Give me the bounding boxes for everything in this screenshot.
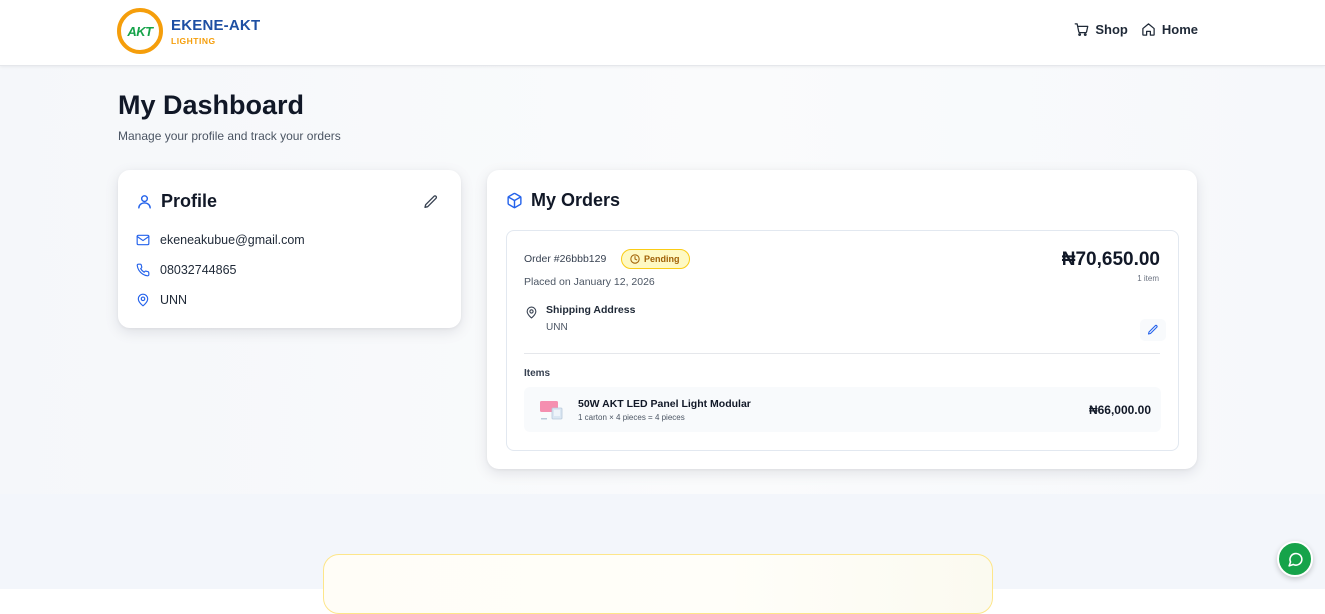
profile-card: Profile ekeneakubue@gmail.com 0803274486… (118, 170, 461, 328)
orders-card: My Orders Order #26bbb129 Pending Placed… (487, 170, 1197, 469)
home-icon (1142, 23, 1155, 36)
lower-section (0, 494, 1325, 614)
item-detail: 1 carton × 4 pieces = 4 pieces (578, 413, 685, 422)
brand-logo[interactable]: AKT EKENE-AKT LIGHTING (117, 8, 260, 54)
site-header: AKT EKENE-AKT LIGHTING Shop Home (0, 0, 1325, 66)
order-total: ₦70,650.00 (1061, 249, 1160, 270)
nav-shop-label: Shop (1095, 22, 1128, 37)
main-nav: Shop Home (1074, 22, 1198, 37)
mail-icon (136, 234, 150, 246)
status-label: Pending (644, 254, 680, 264)
order-item-row[interactable]: 50W AKT LED Panel Light Modular 1 carton… (524, 387, 1161, 432)
item-name: 50W AKT LED Panel Light Modular (578, 398, 751, 410)
orders-heading: My Orders (506, 190, 620, 211)
shipping-address-label: Shipping Address (546, 304, 636, 316)
edit-profile-pencil-icon[interactable] (423, 194, 439, 210)
nav-home-label: Home (1161, 22, 1198, 37)
pencil-icon (1147, 324, 1158, 335)
order-id: Order #26bbb129 (524, 253, 607, 265)
user-icon (138, 195, 151, 209)
status-badge: Pending (621, 249, 690, 269)
phone-icon (136, 263, 150, 277)
brand-tagline: LIGHTING (171, 35, 216, 46)
profile-title: Profile (161, 191, 218, 211)
package-icon (507, 192, 522, 209)
dashboard-main: My Dashboard Manage your profile and tra… (0, 66, 1325, 494)
edit-shipping-button[interactable] (1140, 319, 1166, 341)
profile-phone-row: 08032744865 (136, 263, 236, 277)
chat-icon (1287, 552, 1303, 567)
order-item-count: 1 item (1137, 274, 1159, 283)
items-label: Items (524, 368, 551, 379)
orders-title: My Orders (531, 190, 621, 210)
profile-email: ekeneakubue@gmail.com (160, 233, 305, 247)
map-pin-icon (526, 306, 537, 319)
clock-icon (630, 254, 640, 264)
nav-home-link[interactable]: Home (1141, 22, 1198, 37)
profile-location-row: UNN (136, 293, 187, 307)
profile-location: UNN (160, 293, 188, 307)
page-subtitle: Manage your profile and track your order… (118, 129, 341, 143)
page-title: My Dashboard (118, 90, 305, 120)
logo-mark: AKT (117, 8, 163, 54)
profile-phone: 08032744865 (160, 263, 237, 277)
shipping-address-value: UNN (546, 322, 568, 333)
order-placed-date: Placed on January 12, 2026 (524, 276, 655, 288)
profile-heading: Profile (136, 191, 217, 212)
item-price: ₦66,000.00 (1088, 403, 1151, 417)
product-thumbnail (540, 401, 563, 420)
logo-mark-text: AKT (127, 23, 153, 39)
nav-shop-link[interactable]: Shop (1074, 22, 1128, 37)
map-pin-icon (137, 293, 149, 307)
chat-button[interactable] (1277, 541, 1313, 577)
promo-card (323, 554, 993, 614)
profile-email-row: ekeneakubue@gmail.com (136, 233, 305, 247)
order-card: Order #26bbb129 Pending Placed on Januar… (506, 230, 1179, 451)
logo-text: EKENE-AKT LIGHTING (171, 17, 260, 46)
brand-name: EKENE-AKT (171, 16, 261, 34)
order-divider (524, 353, 1160, 354)
cart-icon (1075, 23, 1089, 36)
